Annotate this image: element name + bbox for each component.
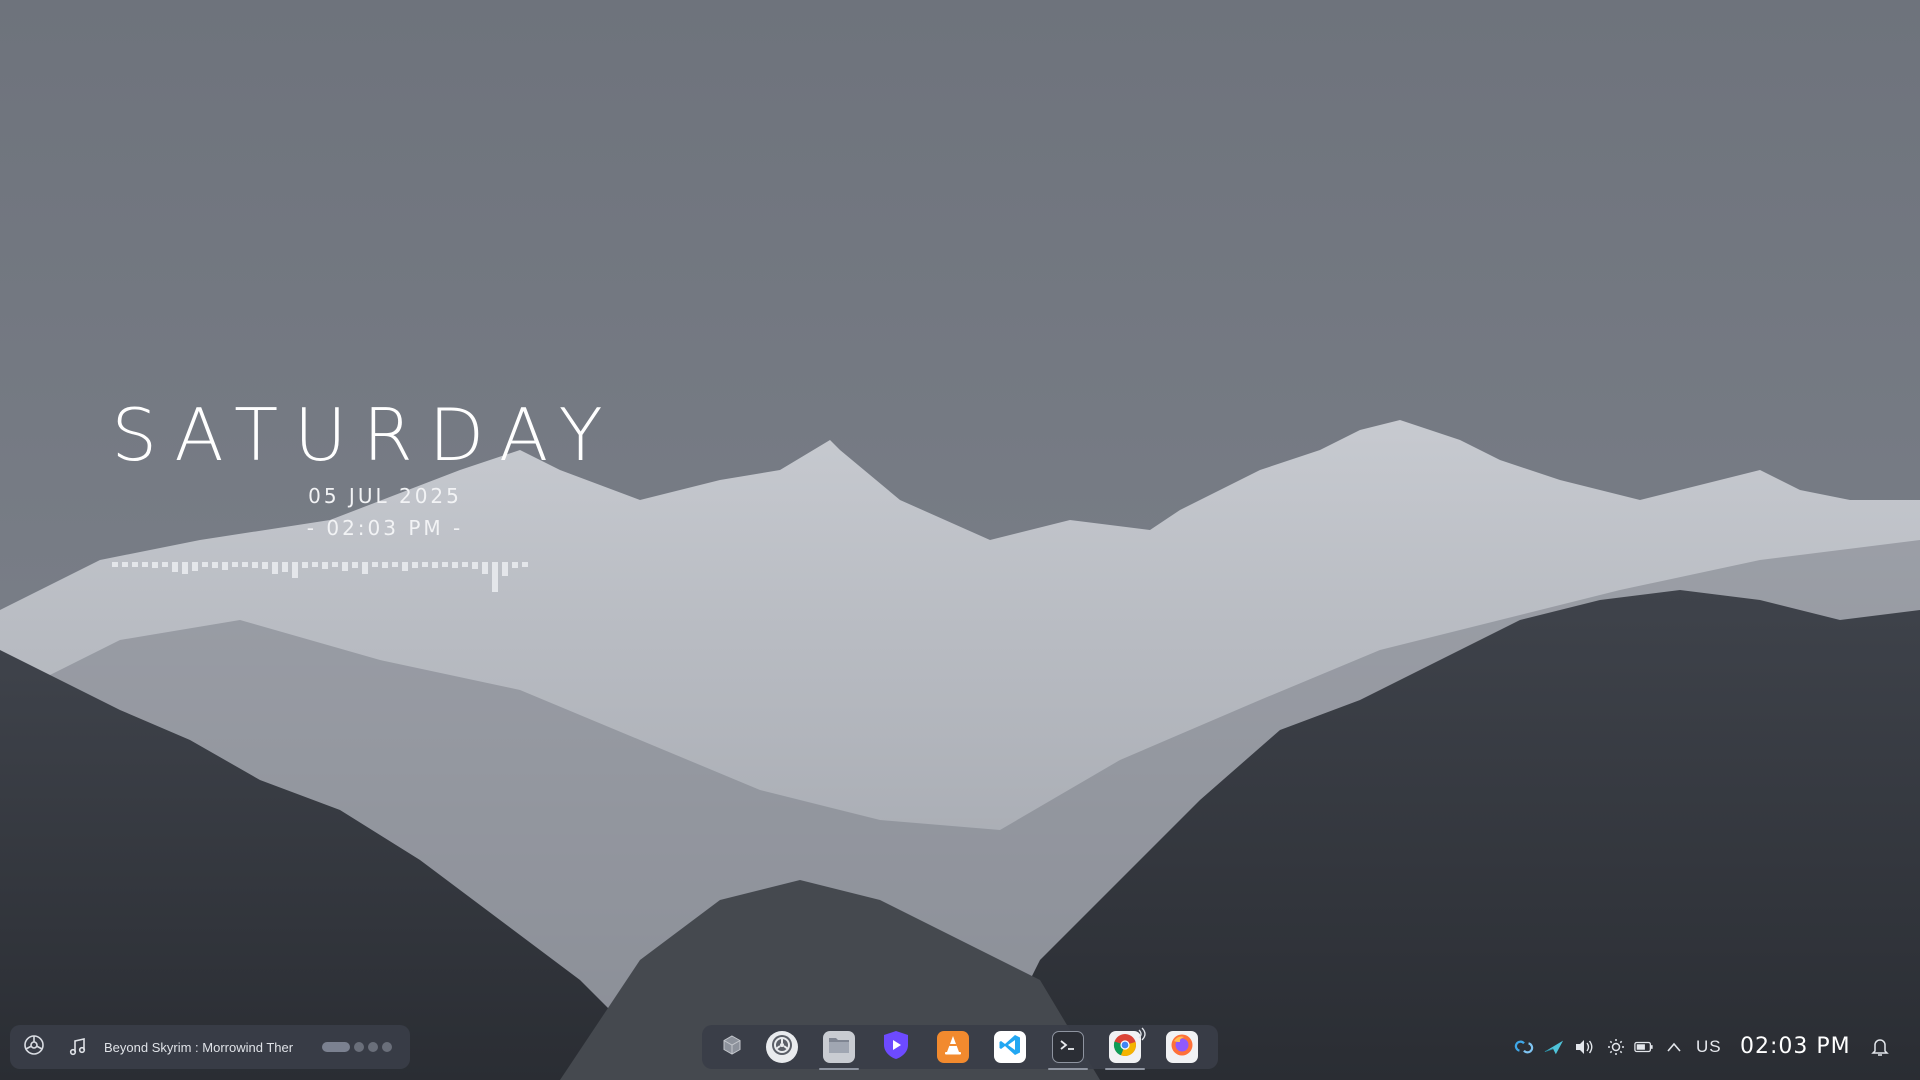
dock-overview[interactable] <box>716 1031 748 1063</box>
dock-firefox[interactable] <box>1166 1031 1198 1063</box>
dock-files[interactable] <box>823 1031 855 1063</box>
music-note-icon <box>68 1025 88 1069</box>
media-prev-button[interactable] <box>354 1042 364 1052</box>
application-launcher-icon <box>22 1033 46 1062</box>
chevron-up-icon[interactable] <box>1664 1037 1684 1057</box>
traffic-cone-icon <box>942 1034 964 1061</box>
brightness-icon[interactable] <box>1606 1037 1626 1057</box>
taskbar-clock[interactable]: 02:03 PM <box>1740 1034 1851 1059</box>
cube-icon <box>721 1034 743 1061</box>
paper-plane-icon[interactable] <box>1544 1037 1564 1057</box>
audio-playing-icon <box>1136 1027 1150 1046</box>
terminal-running-indicator <box>1048 1068 1088 1070</box>
application-launcher-button[interactable] <box>22 1025 48 1069</box>
firefox-icon <box>1170 1033 1194 1062</box>
code-icon <box>998 1033 1022 1062</box>
sync-icon[interactable] <box>1514 1037 1534 1057</box>
clock-widget: SATURDAY 05 JUL 2025 - 02:03 PM - <box>110 390 620 592</box>
now-playing-title[interactable]: Beyond Skyrim : Morrowind Ther <box>104 1025 293 1069</box>
media-controls[interactable] <box>322 1025 392 1069</box>
audio-visualizer <box>112 562 528 592</box>
dock-protonvpn[interactable] <box>880 1030 912 1065</box>
terminal-icon <box>1058 1037 1078 1058</box>
volume-icon[interactable] <box>1574 1037 1594 1057</box>
time-label: - 02:03 PM - <box>306 516 464 540</box>
media-progress[interactable] <box>322 1042 350 1052</box>
keyboard-layout-indicator[interactable]: US <box>1696 1037 1722 1057</box>
bell-icon[interactable] <box>1870 1037 1890 1057</box>
dock <box>702 1025 1218 1070</box>
battery-icon[interactable] <box>1634 1037 1654 1057</box>
chrome-icon <box>1113 1033 1137 1062</box>
media-play-button[interactable] <box>368 1042 378 1052</box>
system-tray: US 02:03 PM <box>1502 1025 1910 1069</box>
date-label: 05 JUL 2025 <box>308 484 462 508</box>
folder-icon <box>827 1034 851 1061</box>
shield-play-icon <box>882 1030 910 1065</box>
dock-settings[interactable] <box>766 1031 798 1063</box>
dock-terminal[interactable] <box>1052 1031 1084 1063</box>
dock-vlc[interactable] <box>937 1031 969 1063</box>
settings-wheel-icon <box>769 1032 795 1063</box>
dock-vscode[interactable] <box>994 1031 1026 1063</box>
files-running-indicator <box>819 1068 859 1070</box>
media-next-button[interactable] <box>382 1042 392 1052</box>
day-name: SATURDAY <box>111 393 619 477</box>
chrome-running-indicator <box>1105 1068 1145 1070</box>
media-panel: Beyond Skyrim : Morrowind Ther <box>10 1025 410 1069</box>
